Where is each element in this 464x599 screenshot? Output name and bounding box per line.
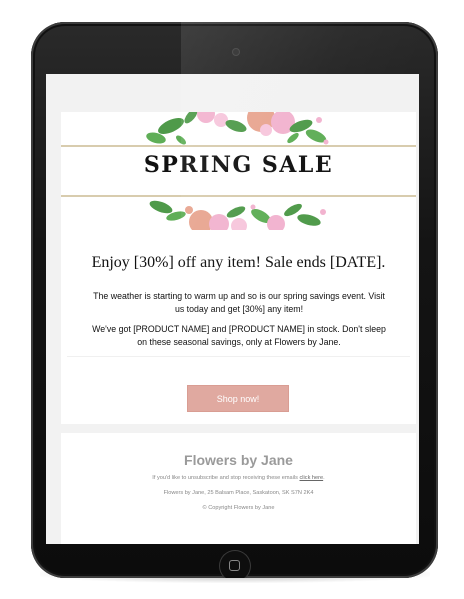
sale-headline: Enjoy [30%] off any item! Sale ends [DAT…: [91, 254, 386, 271]
footer-address: Flowers by Jane, 25 Balsam Place, Saskat…: [163, 490, 314, 496]
body-paragraph-1: The weather is starting to warm up and s…: [93, 291, 385, 314]
unsubscribe-prefix: If you'd like to unsubscribe and stop re…: [152, 475, 300, 481]
body-paragraph-2: We've got [PRODUCT NAME] and [PRODUCT NA…: [92, 324, 386, 347]
footer-brand: Flowers by Jane: [184, 452, 293, 468]
email-footer-card: Flowers by Jane If you'd like to unsubsc…: [61, 433, 416, 544]
unsubscribe-link[interactable]: click here: [300, 475, 324, 481]
hero-title: SPRING SALE: [143, 152, 334, 178]
home-button[interactable]: [219, 550, 251, 578]
footer-copyright: © Copyright Flowers by Jane: [202, 505, 275, 511]
email-preview-screen: SPRING SALE Enjoy [30%] off any item! Sa…: [46, 74, 419, 544]
email-main-card: SPRING SALE Enjoy [30%] off any item! Sa…: [61, 112, 416, 424]
hero-banner: SPRING SALE: [61, 112, 416, 230]
camera-icon: [232, 48, 240, 56]
tablet-device: SPRING SALE Enjoy [30%] off any item! Sa…: [31, 22, 438, 578]
divider: [67, 356, 410, 357]
unsubscribe-text: If you'd like to unsubscribe and stop re…: [61, 475, 416, 481]
home-square-icon: [229, 560, 240, 571]
unsubscribe-suffix: .: [323, 475, 325, 481]
shop-now-button[interactable]: Shop now!: [188, 386, 288, 411]
